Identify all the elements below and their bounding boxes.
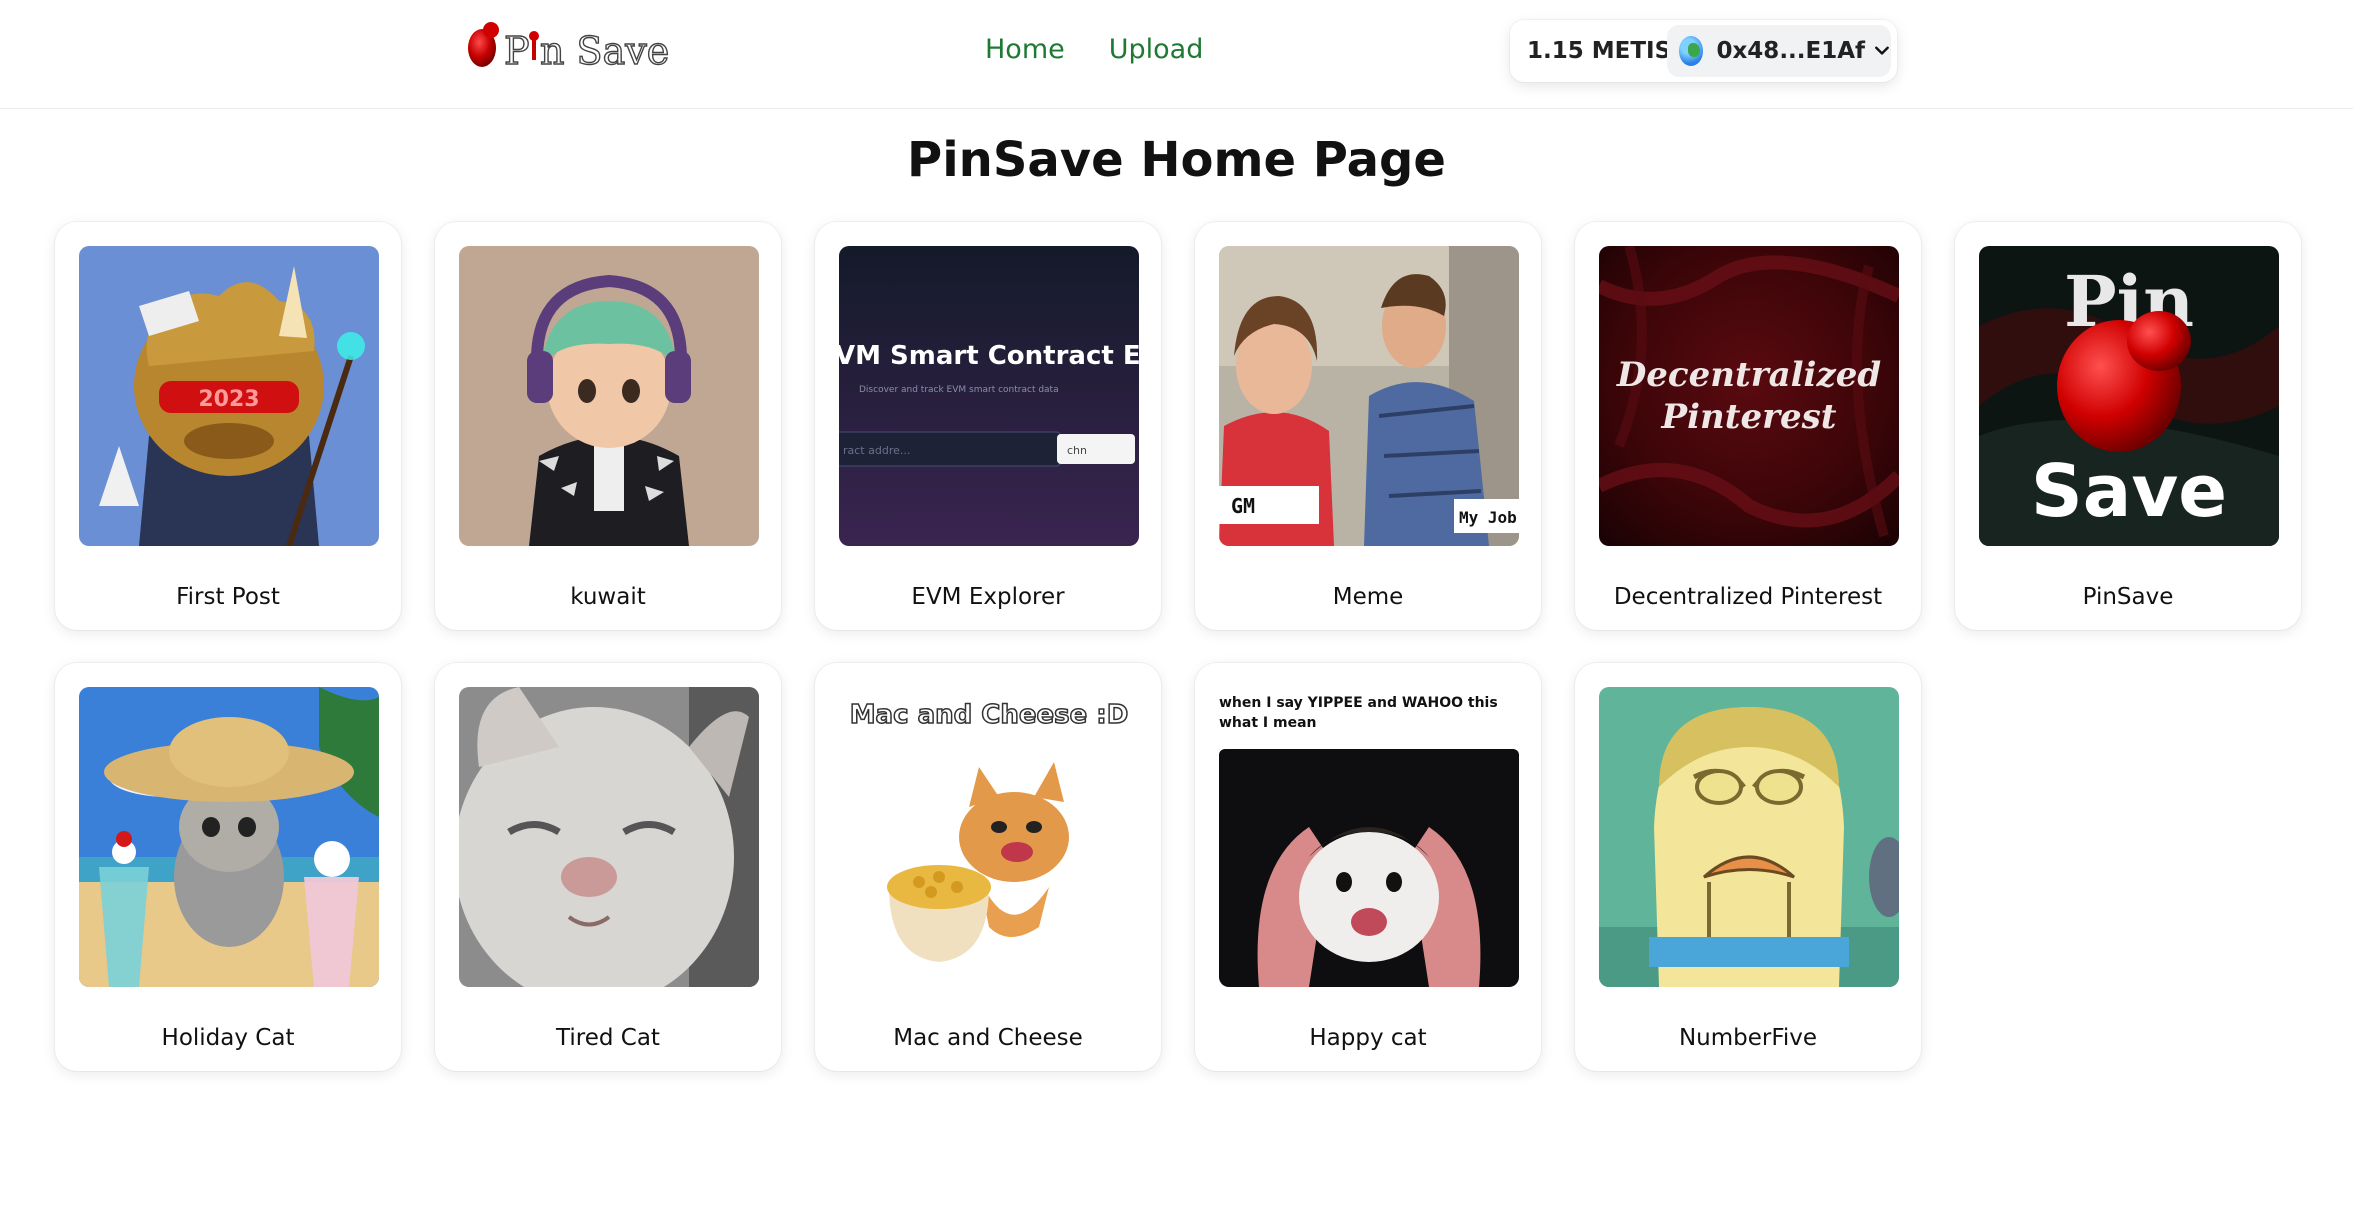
post-title: Tired Cat	[556, 1025, 660, 1051]
post-thumbnail	[459, 246, 759, 546]
svg-text:Pinterest: Pinterest	[1661, 397, 1837, 437]
post-card[interactable]: Holiday Cat	[55, 663, 401, 1071]
post-card[interactable]: Tired Cat	[435, 663, 781, 1071]
post-title: First Post	[176, 584, 280, 610]
post-title: Decentralized Pinterest	[1613, 584, 1883, 610]
post-thumbnail	[459, 687, 759, 987]
svg-text:Mac and Cheese :D: Mac and Cheese :D	[850, 700, 1129, 730]
svg-text:chn: chn	[1067, 444, 1087, 457]
svg-text:what I mean: what I mean	[1219, 715, 1317, 731]
post-thumbnail: Decentralized Pinterest	[1599, 246, 1899, 546]
post-card[interactable]: NumberFive	[1575, 663, 1921, 1071]
svg-text:Decentralized: Decentralized	[1616, 355, 1882, 395]
post-title: NumberFive	[1678, 1025, 1818, 1051]
post-title: kuwait	[570, 584, 646, 610]
svg-text:Discover and track EVM smart c: Discover and track EVM smart contract da…	[859, 385, 1059, 395]
post-thumbnail: Pin Save	[1979, 246, 2279, 546]
svg-text:ract addre...: ract addre...	[843, 444, 910, 457]
posts-grid: 2023 First Post kuwait VM Smart Contract…	[0, 0, 2353, 1209]
post-card[interactable]: VM Smart Contract Expl Discover and trac…	[815, 222, 1161, 630]
post-title: EVM Explorer	[911, 584, 1065, 610]
post-title: Mac and Cheese	[893, 1025, 1083, 1051]
svg-text:GM: GM	[1231, 494, 1255, 518]
post-thumbnail: when I say YIPPEE and WAHOO this what I …	[1219, 687, 1519, 987]
post-thumbnail	[1599, 687, 1899, 987]
post-thumbnail	[79, 687, 379, 987]
post-title: PinSave	[2082, 584, 2174, 610]
post-card[interactable]: when I say YIPPEE and WAHOO this what I …	[1195, 663, 1541, 1071]
post-thumbnail: GM My Job	[1219, 246, 1519, 546]
svg-text:when I say YIPPEE and WAHOO th: when I say YIPPEE and WAHOO this	[1219, 695, 1498, 711]
post-thumbnail: Mac and Cheese :D	[839, 687, 1139, 987]
post-thumbnail: 2023	[79, 246, 379, 546]
post-thumbnail: VM Smart Contract Expl Discover and trac…	[839, 246, 1139, 546]
svg-text:VM Smart Contract Expl: VM Smart Contract Expl	[839, 341, 1139, 371]
post-card[interactable]: Pin Save PinSave	[1955, 222, 2301, 630]
svg-text:2023: 2023	[198, 387, 259, 412]
svg-text:My Job: My Job	[1459, 508, 1517, 527]
post-card[interactable]: Decentralized Pinterest Decentralized Pi…	[1575, 222, 1921, 630]
post-card[interactable]: 2023 First Post	[55, 222, 401, 630]
post-card[interactable]: Mac and Cheese :D Mac and Cheese	[815, 663, 1161, 1071]
post-title: Happy cat	[1309, 1025, 1427, 1051]
svg-text:Save: Save	[2031, 449, 2227, 533]
post-card[interactable]: GM My Job Meme	[1195, 222, 1541, 630]
post-title: Meme	[1332, 584, 1404, 610]
post-title: Holiday Cat	[161, 1025, 295, 1051]
post-card[interactable]: kuwait	[435, 222, 781, 630]
